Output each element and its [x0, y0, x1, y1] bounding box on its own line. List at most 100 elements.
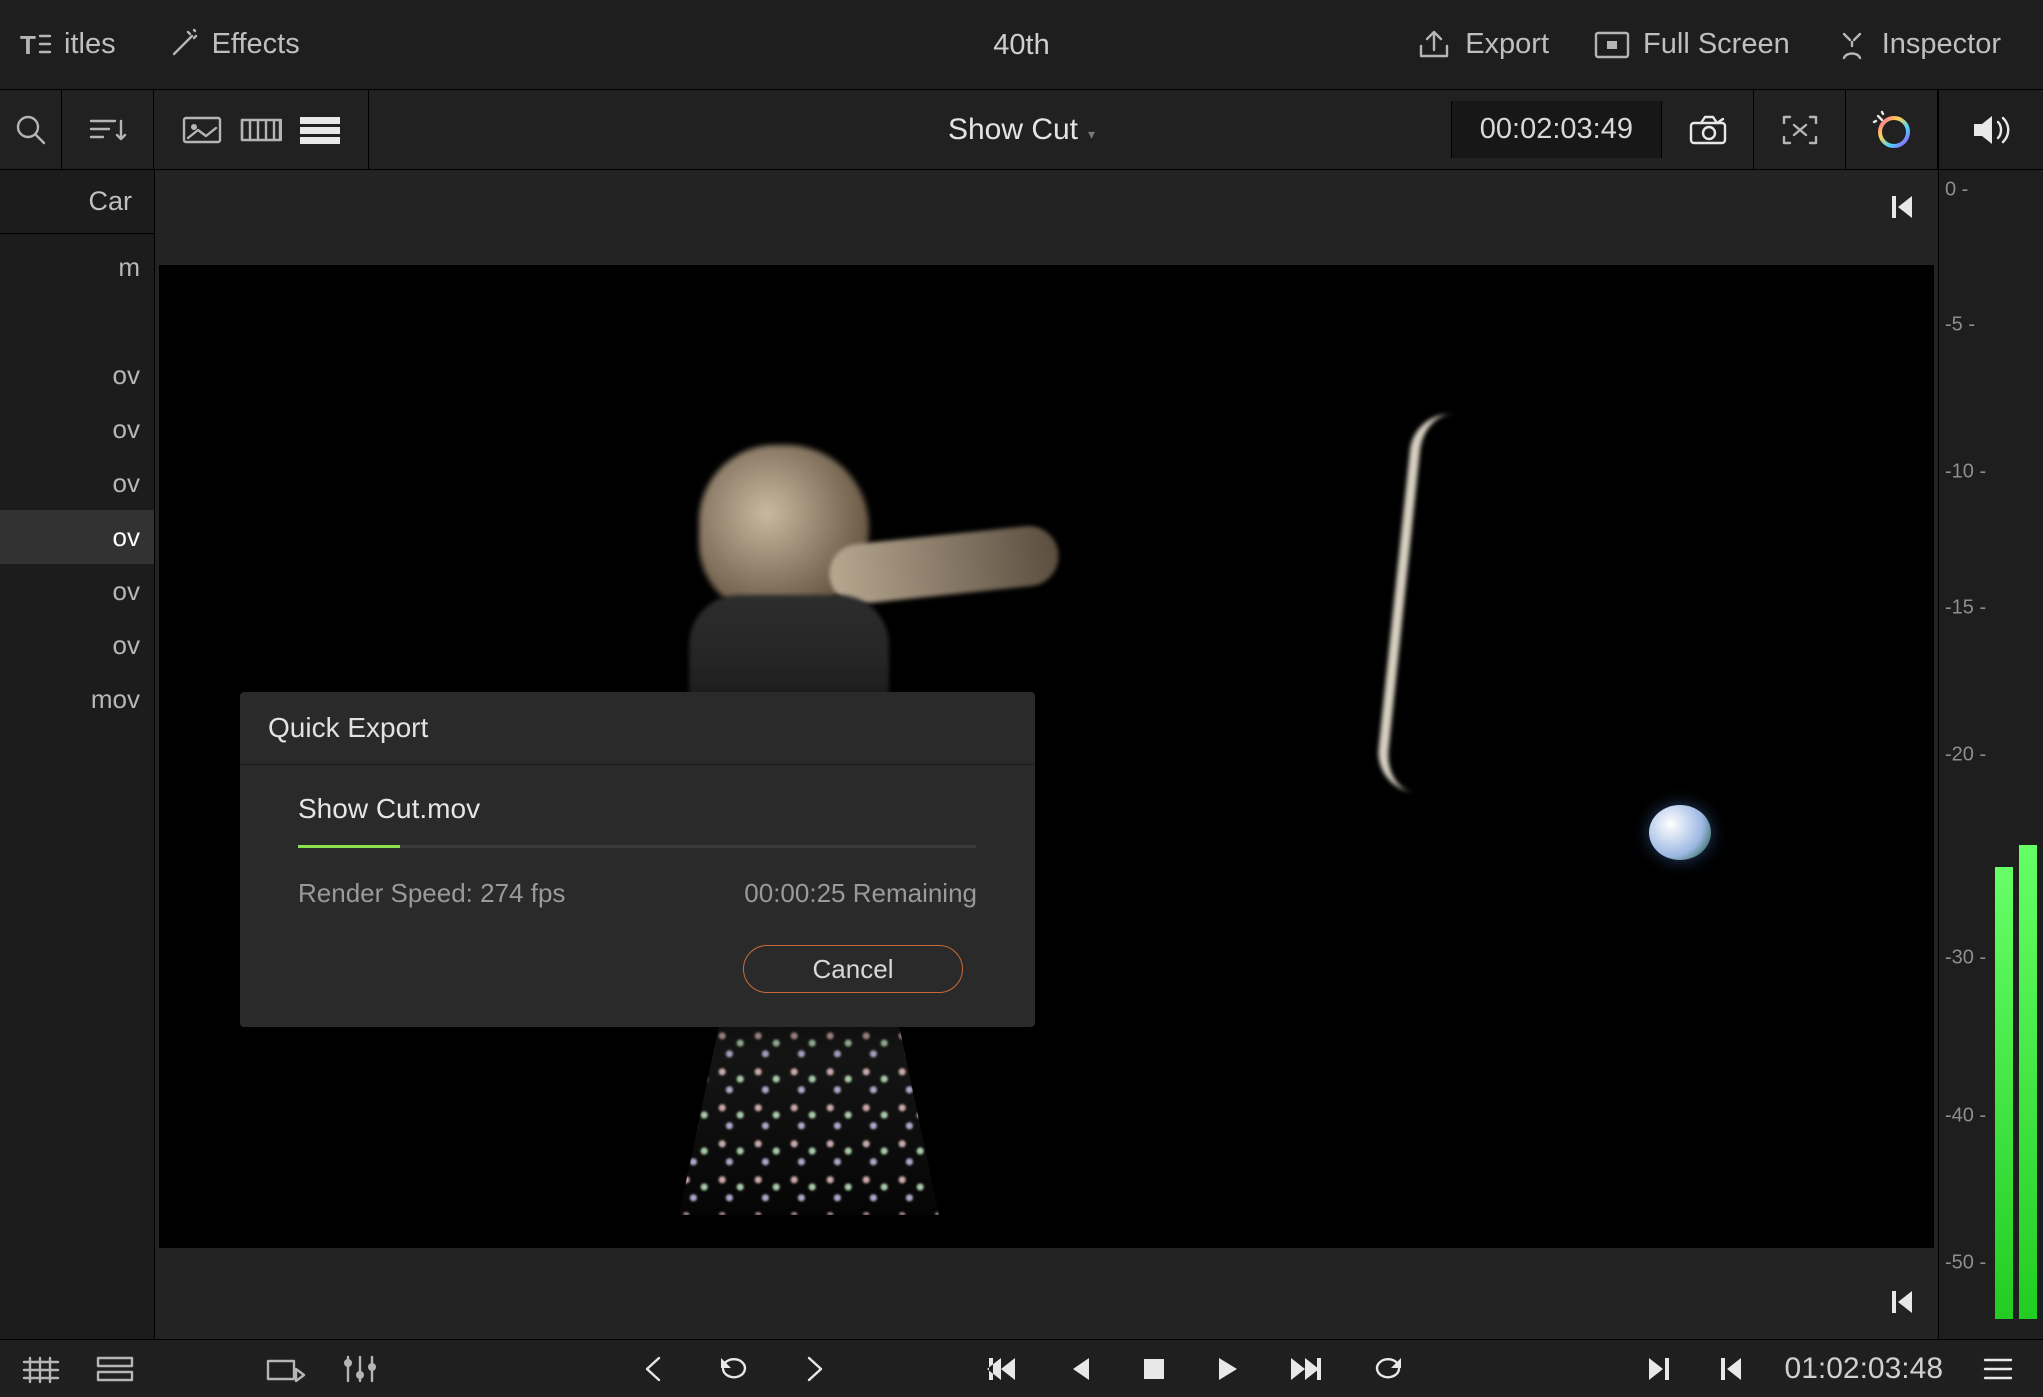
top-menu-right: Export Full Screen Inspector — [1393, 28, 2043, 62]
viewer-clip-title-text: Show Cut — [948, 113, 1078, 147]
project-title: 40th — [993, 0, 1049, 90]
wand-icon — [166, 28, 200, 62]
camera-flip-button[interactable] — [1662, 90, 1754, 170]
export-filename: Show Cut.mov — [298, 793, 977, 825]
media-tab-label: Car — [88, 186, 132, 217]
effects-button[interactable]: Effects — [148, 28, 318, 62]
toolbar: Show Cut ▾ 00:02:03:49 — [0, 90, 2043, 170]
scale-tick: -20 - — [1945, 743, 1986, 766]
transport-right: 01:02:03:48 — [1645, 1352, 2043, 1386]
list-item[interactable]: ov — [0, 348, 154, 402]
meter-bars — [1995, 190, 2037, 1319]
list-item[interactable]: ov — [0, 456, 154, 510]
menu-icon[interactable] — [1983, 1356, 2013, 1382]
list-item[interactable] — [0, 294, 154, 348]
next-edit-icon[interactable] — [799, 1354, 829, 1384]
go-first-icon[interactable] — [985, 1354, 1019, 1384]
jump-prev-icon[interactable] — [1715, 1354, 1745, 1384]
scale-tick: -15 - — [1945, 596, 1986, 619]
scale-tick: -5 - — [1945, 314, 1975, 337]
go-last-icon[interactable] — [1289, 1354, 1323, 1384]
fullscreen-label: Full Screen — [1643, 28, 1790, 61]
quick-export-dialog: Quick Export Show Cut.mov Render Speed: … — [240, 692, 1035, 1027]
strip-view-icon[interactable] — [240, 114, 282, 146]
bottom-timecode[interactable]: 01:02:03:48 — [1785, 1352, 1943, 1386]
search-button[interactable] — [0, 90, 62, 170]
meter-bar-right — [2019, 845, 2037, 1319]
list-item[interactable]: ov — [0, 510, 154, 564]
progress-bar — [298, 845, 976, 848]
go-to-start-button[interactable] — [1886, 192, 1916, 222]
color-wheel-icon — [1872, 110, 1912, 150]
progress-fill — [298, 845, 400, 848]
top-menu-bar: T itles Effects 40th Export Full Screen — [0, 0, 2043, 90]
top-menu-left: T itles Effects — [0, 28, 318, 62]
meter-scale: 0 --5 --10 --15 --20 --30 --40 --50 - — [1945, 190, 1993, 1319]
scale-tick: -50 - — [1945, 1251, 1986, 1274]
dialog-title: Quick Export — [240, 692, 1035, 765]
titles-button[interactable]: T itles — [0, 28, 134, 61]
scale-tick: 0 - — [1945, 179, 1968, 202]
list-item[interactable]: ov — [0, 564, 154, 618]
jump-next-icon[interactable] — [1645, 1354, 1675, 1384]
export-button[interactable]: Export — [1393, 28, 1571, 62]
media-panel: Car movovovovovovmov — [0, 170, 155, 1339]
scale-tick: -40 - — [1945, 1104, 1986, 1127]
media-list: movovovovovovmov — [0, 234, 154, 726]
mute-button[interactable] — [1939, 90, 2043, 170]
insert-icon[interactable] — [266, 1353, 306, 1385]
search-icon — [14, 113, 48, 147]
speaker-icon — [1970, 112, 2012, 148]
transport-left — [0, 1353, 378, 1385]
inspector-icon — [1834, 28, 1870, 62]
safe-area-button[interactable] — [1754, 90, 1846, 170]
sliders-icon[interactable] — [342, 1353, 378, 1385]
stop-icon[interactable] — [1141, 1356, 1167, 1382]
media-panel-tabs[interactable]: Car — [0, 170, 154, 234]
titles-label: itles — [64, 28, 116, 61]
list-view-icon[interactable] — [300, 115, 340, 145]
scale-tick: -30 - — [1945, 946, 1986, 969]
timecode-group: 00:02:03:49 — [1451, 90, 1938, 170]
sort-button[interactable] — [62, 90, 154, 170]
loop-play-icon[interactable] — [1371, 1354, 1405, 1384]
time-remaining: 00:00:25 Remaining — [744, 878, 977, 909]
camera-flip-icon — [1687, 113, 1729, 147]
video-content — [1374, 410, 1523, 799]
play-icon[interactable] — [1215, 1354, 1241, 1384]
viewer-timecode[interactable]: 00:02:03:49 — [1451, 101, 1662, 158]
effects-label: Effects — [212, 28, 300, 61]
titles-icon: T — [18, 30, 52, 60]
thumbnail-view-icon[interactable] — [182, 114, 222, 146]
inspector-button[interactable]: Inspector — [1812, 28, 2023, 62]
fullscreen-button[interactable]: Full Screen — [1571, 28, 1812, 61]
timeline-view-icon[interactable] — [22, 1354, 60, 1384]
list-item[interactable]: ov — [0, 618, 154, 672]
step-back-icon[interactable] — [1067, 1354, 1093, 1384]
safe-area-icon — [1780, 113, 1820, 147]
prev-edit-icon[interactable] — [639, 1354, 669, 1384]
transport-controls — [639, 1354, 1405, 1384]
svg-text:T: T — [20, 30, 36, 60]
view-mode-group — [154, 90, 369, 170]
export-label: Export — [1465, 28, 1549, 61]
track-view-icon[interactable] — [96, 1354, 134, 1384]
video-content — [1649, 805, 1711, 860]
list-item[interactable]: mov — [0, 672, 154, 726]
scale-tick: -10 - — [1945, 461, 1986, 484]
loop-icon[interactable] — [717, 1354, 751, 1384]
go-to-start-button-2[interactable] — [1886, 1287, 1916, 1317]
render-speed: Render Speed: 274 fps — [298, 878, 565, 909]
dropdown-icon: ▾ — [1088, 126, 1095, 143]
meter-bar-left — [1995, 867, 2013, 1319]
inspector-label: Inspector — [1882, 28, 2001, 61]
audio-meter-panel: 0 - -5 - -10 - -15 - -20 - -30 - -40 - -50 - — [1938, 90, 2043, 1339]
fullscreen-icon — [1593, 30, 1631, 60]
color-enhance-button[interactable] — [1846, 90, 1938, 170]
viewer-clip-title[interactable]: Show Cut ▾ — [948, 113, 1095, 147]
list-item[interactable]: m — [0, 240, 154, 294]
transport-bar: 01:02:03:48 — [0, 1339, 2043, 1397]
sort-icon — [87, 113, 129, 147]
cancel-button[interactable]: Cancel — [743, 945, 963, 993]
list-item[interactable]: ov — [0, 402, 154, 456]
